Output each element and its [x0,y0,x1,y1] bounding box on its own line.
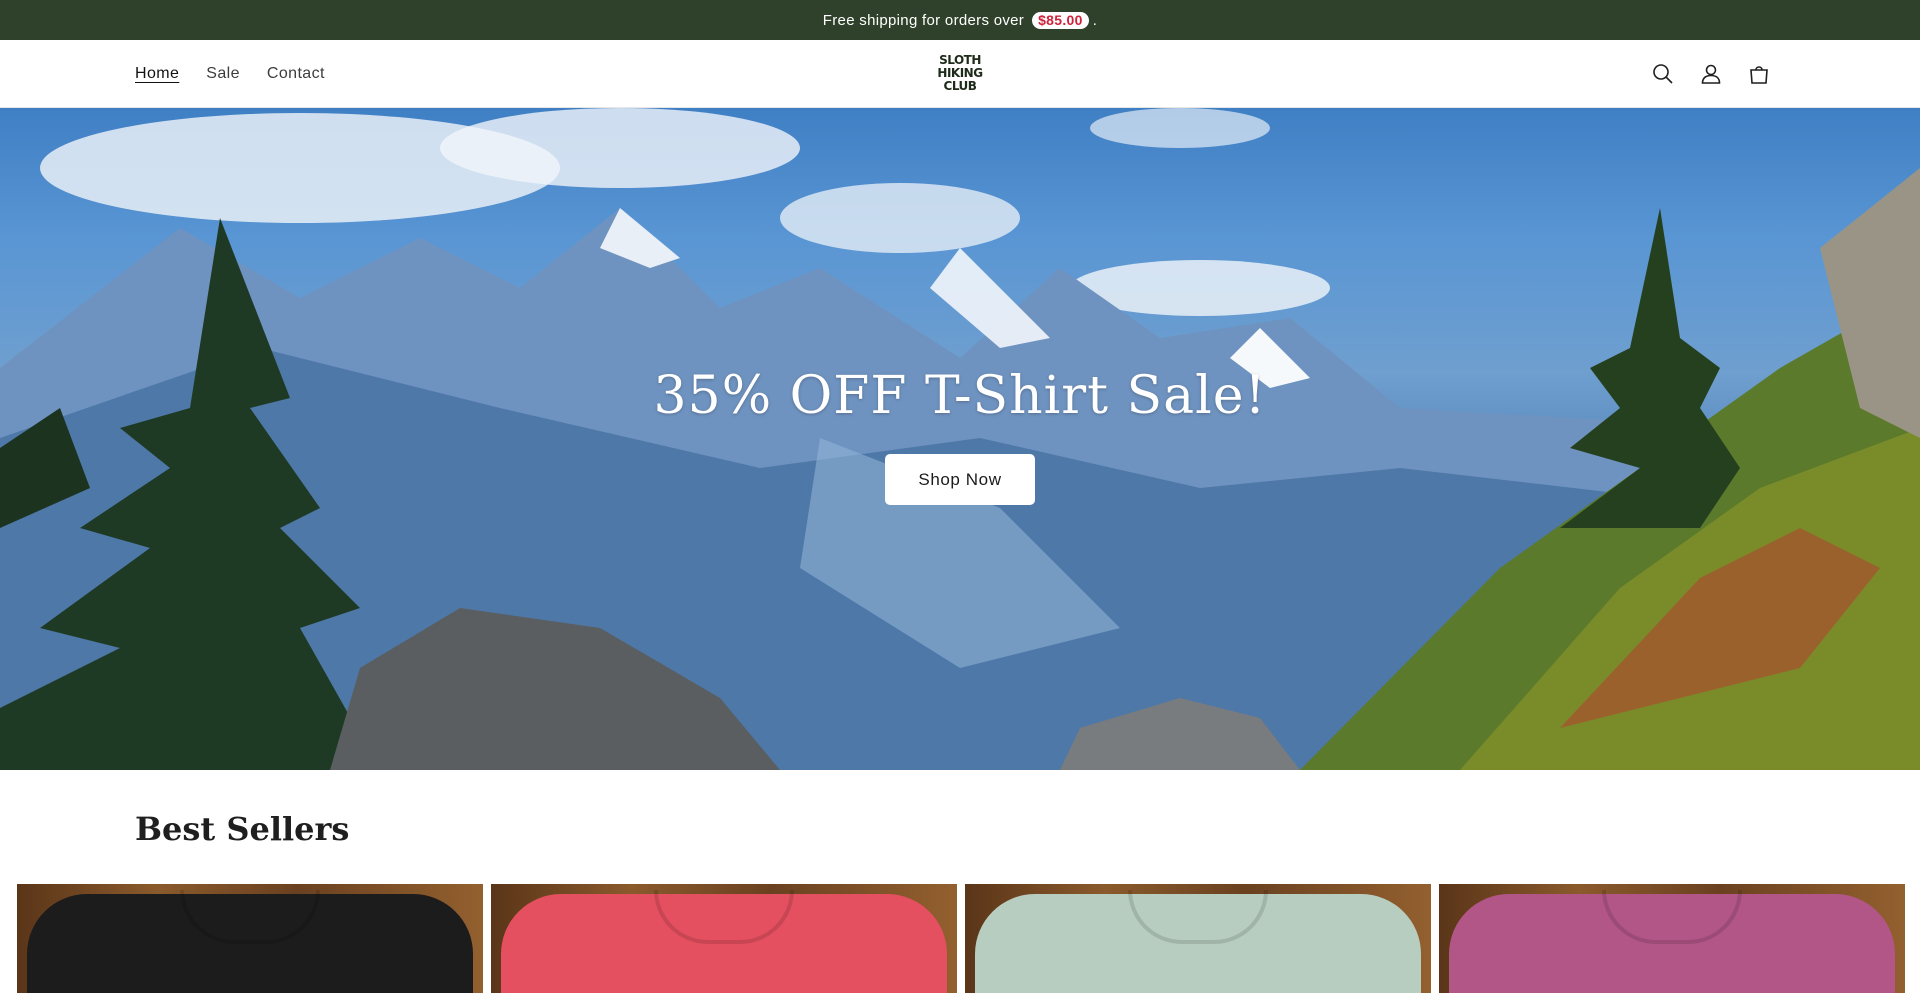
announcement-bar: Free shipping for orders over $85.00 . [0,0,1920,40]
product-card[interactable] [965,884,1431,993]
best-sellers-grid [17,884,1905,993]
hero-title: 35% OFF T-Shirt Sale! [653,366,1267,426]
site-header: Home Sale Contact SLOTH HIKING CLUB [0,40,1920,108]
main-nav: Home Sale Contact [135,40,325,108]
announcement-text: Free shipping for orders over [822,11,1025,29]
shipping-threshold-badge: $85.00 [1032,11,1089,29]
account-button[interactable] [1698,61,1724,87]
hero-background-image [0,108,1920,770]
account-icon [1701,64,1721,84]
header-icons [1650,40,1772,108]
logo-line-2: HIKING [937,65,983,80]
nav-link-home[interactable]: Home [135,65,179,83]
nav-link-contact[interactable]: Contact [267,65,325,83]
best-sellers-title: Best Sellers [135,810,350,848]
site-logo[interactable]: SLOTH HIKING CLUB [935,50,985,96]
cart-icon [1750,66,1768,84]
cart-button[interactable] [1746,61,1772,87]
announcement-suffix: . [1092,11,1098,29]
logo-line-3: CLUB [943,78,977,93]
product-card[interactable] [17,884,483,993]
search-button[interactable] [1650,61,1676,87]
shop-now-button[interactable]: Shop Now [885,454,1035,505]
hero-banner: 35% OFF T-Shirt Sale! Shop Now [0,108,1920,770]
product-card[interactable] [491,884,957,993]
search-icon [1653,64,1673,84]
product-card[interactable] [1439,884,1905,993]
logo-line-1: SLOTH [939,52,981,67]
nav-link-sale[interactable]: Sale [206,65,240,83]
